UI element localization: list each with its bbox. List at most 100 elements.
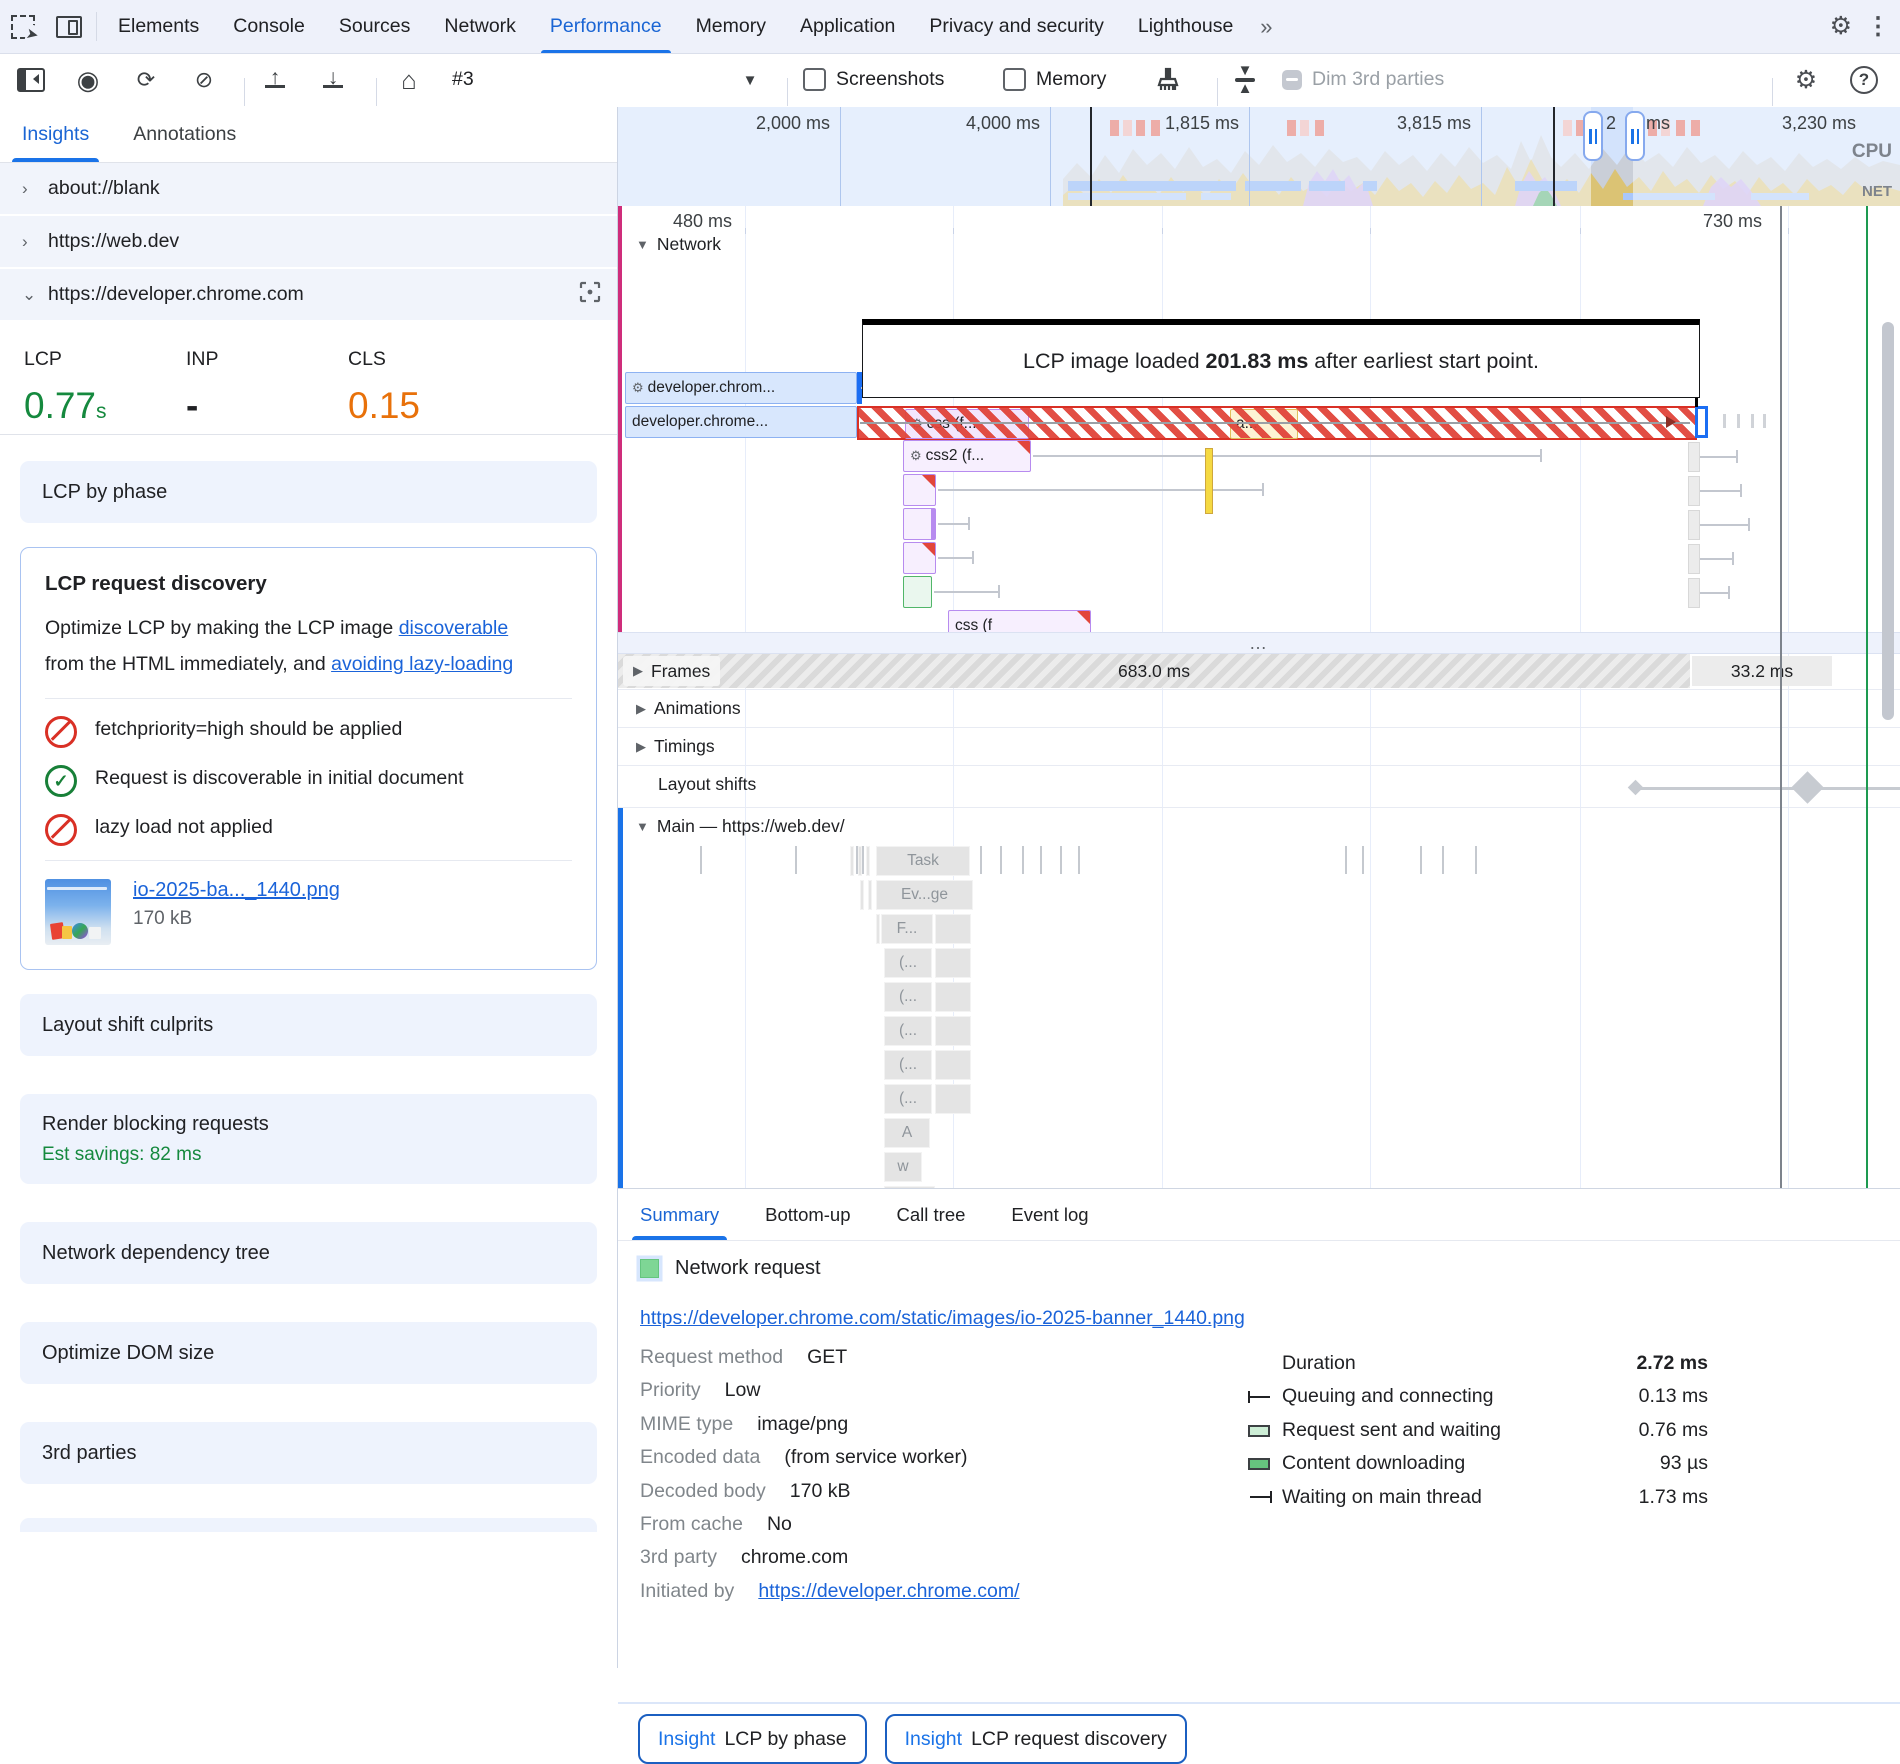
flame-event[interactable]: Ev...ge [876,880,973,910]
tab-memory[interactable]: Memory [679,0,783,53]
flame-event[interactable]: (... [884,1084,932,1114]
tab-network[interactable]: Network [427,0,533,53]
layout-shift-diamond[interactable] [1791,771,1824,804]
sidebar-site-row[interactable]: ⌄https://developer.chrome.com [0,269,617,322]
layout-shifts-track-header[interactable]: Layout shifts [658,774,756,795]
flame-event[interactable]: Task [876,846,970,876]
tab-privacy-and-security[interactable]: Privacy and security [912,0,1120,53]
download-profile-icon[interactable]: ↓ [316,64,350,96]
tab-console[interactable]: Console [216,0,322,53]
flame-event[interactable] [935,1050,971,1080]
flame-event[interactable]: F... [881,914,933,944]
clear-icon[interactable]: ⊘ [188,64,220,96]
dim-3rd-parties-checkbox[interactable]: Dim 3rd parties [1282,68,1444,91]
network-request-bar[interactable]: ⚙developer.chrom... [625,372,857,404]
small-request-bar[interactable] [1688,476,1700,506]
insight-chip-lcp-request-discovery[interactable]: InsightLCP request discovery [885,1714,1187,1764]
main-track-header[interactable]: ▼ Main — https://web.dev/ [636,816,845,837]
small-request-bar[interactable] [1688,578,1700,608]
flame-event[interactable] [935,914,971,944]
insight-card-render-blocking-requests[interactable]: Render blocking requestsEst savings: 82 … [20,1094,597,1184]
flame-event[interactable] [860,880,864,910]
flame-event[interactable]: A [884,1118,930,1148]
frames-bar[interactable]: 683.0 ms [618,654,1690,688]
help-icon[interactable]: ? [1848,64,1880,96]
inspect-target-icon[interactable] [579,281,601,309]
flame-event[interactable]: (... [884,1050,932,1080]
network-request-bar[interactable] [903,474,936,506]
sidebar-site-row[interactable]: ›about://blank [0,163,617,216]
tab-elements[interactable]: Elements [101,0,216,53]
tab-insights[interactable]: Insights [22,107,89,162]
upload-profile-icon[interactable]: ↑ [258,64,292,96]
detail-value-link[interactable]: https://developer.chrome.com/ [758,1580,1019,1602]
flame-event[interactable] [876,914,880,944]
more-tabs-icon[interactable]: » [1250,0,1282,53]
small-request-bar[interactable] [1688,544,1700,574]
timings-track-header[interactable]: ▶ Timings [636,736,715,757]
history-dropdown-icon[interactable]: ▼ [738,64,762,96]
flame-event[interactable]: (... [884,982,932,1012]
flame-event[interactable] [935,982,971,1012]
insight-card-optimize-dom-size[interactable]: Optimize DOM size [20,1322,597,1384]
frames-track-header[interactable]: ▶ Frames [623,656,720,686]
insight-card-lcp-by-phase[interactable]: LCP by phase [20,461,597,523]
flame-event[interactable] [935,948,971,978]
flame-event[interactable]: w [884,1152,922,1182]
tab-event-log[interactable]: Event log [1011,1189,1088,1240]
window-right-handle[interactable] [1625,111,1645,161]
tab-summary[interactable]: Summary [640,1189,719,1240]
reload-record-icon[interactable]: ⟳ [130,64,162,96]
request-url-link[interactable]: https://developer.chrome.com/static/imag… [640,1307,1245,1329]
flame-event[interactable] [866,846,870,876]
capture-settings-gear-icon[interactable]: ⚙ [1790,64,1822,96]
memory-checkbox[interactable]: Memory [1003,68,1106,91]
flame-event[interactable] [935,1016,971,1046]
device-toolbar-icon[interactable] [46,0,92,53]
insight-card-layout-shift-culprits[interactable]: Layout shift culprits [20,994,597,1056]
small-request-bar[interactable] [1688,510,1700,540]
toggle-sidebar-icon[interactable] [14,64,48,96]
settings-gear-icon[interactable]: ⚙ [1830,14,1852,39]
tab-lighthouse[interactable]: Lighthouse [1121,0,1250,53]
record-icon[interactable]: ◉ [72,64,104,96]
flame-event[interactable] [858,846,862,876]
avoiding-lazy-loading-link[interactable]: avoiding lazy-loading [331,653,513,675]
flame-event[interactable]: (... [884,948,932,978]
vertical-scrollbar[interactable] [1882,322,1894,720]
insight-card-network-dependency-tree[interactable]: Network dependency tree [20,1222,597,1284]
network-request-bar[interactable] [903,542,936,574]
screenshots-checkbox[interactable]: Screenshots [803,68,944,91]
partial-frame-bar[interactable]: 33.2 ms [1692,656,1832,686]
layout-shift-diamond[interactable] [1628,780,1644,796]
small-request-bar[interactable] [1688,442,1700,472]
insight-card-lcp-request-discovery[interactable]: LCP request discovery Optimize LCP by ma… [20,547,597,970]
network-request-bar[interactable] [903,508,936,540]
tab-sources[interactable]: Sources [322,0,428,53]
inspect-element-icon[interactable] [0,0,46,53]
insight-card-3rd-parties[interactable]: 3rd parties [20,1422,597,1484]
sidebar-site-row[interactable]: ›https://web.dev [0,216,617,269]
flame-event[interactable] [850,846,854,876]
insight-chip-lcp-by-phase[interactable]: InsightLCP by phase [638,1714,867,1764]
lcp-image-link[interactable]: io-2025-ba..._1440.png [133,879,340,901]
flame-event[interactable]: (... [884,1016,932,1046]
lcp-request-end-marker[interactable] [1695,406,1708,438]
window-left-handle[interactable] [1583,111,1603,161]
animations-track-header[interactable]: ▶ Animations [636,698,741,719]
timeline-overview[interactable]: 2,000 ms4,000 ms1,815 ms3,815 ms3,230 ms… [618,107,1900,207]
flame-event[interactable] [868,880,872,910]
track-splitter[interactable]: … [618,632,1900,654]
live-metrics-home-icon[interactable]: ⌂ [392,64,426,96]
tab-application[interactable]: Application [783,0,912,53]
network-request-bar[interactable]: ⚙css2 (f... [903,440,1031,472]
flame-event[interactable] [935,1084,971,1114]
collapse-tracks-icon[interactable]: ▼▲ [1230,64,1260,96]
history-selector[interactable]: #3 [452,68,474,91]
kebab-menu-icon[interactable]: ⋮ [1866,12,1890,41]
insight-card-partial[interactable] [20,1518,597,1532]
tab-performance[interactable]: Performance [533,0,679,53]
discoverable-link[interactable]: discoverable [399,617,508,639]
network-request-bar[interactable] [903,576,932,608]
network-request-bar[interactable]: developer.chrome... [625,406,857,438]
